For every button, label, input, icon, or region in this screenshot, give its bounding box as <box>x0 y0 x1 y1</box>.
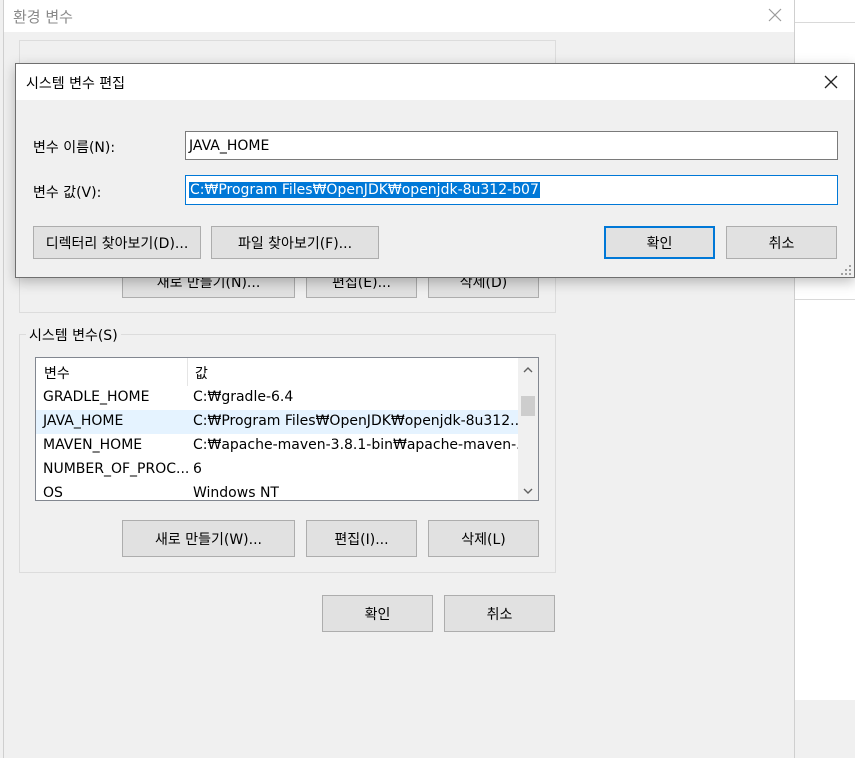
scrollbar-thumb[interactable] <box>521 396 535 416</box>
row-value: C:₩Program Files₩OpenJDK₩openjdk-8u312..… <box>193 413 524 429</box>
scroll-up-icon[interactable] <box>522 363 534 373</box>
edit-system-var-button[interactable]: 편집(I)... <box>306 520 417 557</box>
dialog-titlebar: 시스템 변수 편집 <box>16 64 854 100</box>
edit-variable-dialog: 시스템 변수 편집 변수 이름(N): JAVA_HOME 변수 값(V): C… <box>15 63 855 278</box>
row-variable: JAVA_HOME <box>43 413 124 429</box>
table-row[interactable]: MAVEN_HOME C:₩apache-maven-3.8.1-bin₩apa… <box>36 434 530 458</box>
env-ok-button[interactable]: 확인 <box>322 595 433 632</box>
dialog-ok-button[interactable]: 확인 <box>604 226 715 259</box>
table-header: 변수 값 <box>36 358 518 386</box>
table-row[interactable]: OS Windows NT <box>36 482 518 501</box>
scroll-down-icon[interactable] <box>522 484 534 494</box>
row-variable: OS <box>43 485 63 501</box>
table-row-highlighted[interactable]: JAVA_HOME C:₩Program Files₩OpenJDK₩openj… <box>36 410 523 434</box>
table-body: GRADLE_HOME C:₩gradle-6.4 JAVA_HOME C:₩P… <box>36 386 530 501</box>
system-vars-table[interactable]: 변수 값 GRADLE_HOME C:₩gradle-6.4 JAVA_HOME… <box>35 357 539 501</box>
close-icon[interactable] <box>820 71 842 93</box>
dialog-cancel-button[interactable]: 취소 <box>726 226 837 259</box>
row-variable: GRADLE_HOME <box>43 389 150 405</box>
column-divider <box>187 358 188 386</box>
row-value: C:₩gradle-6.4 <box>193 389 294 405</box>
variable-value-label: 변수 값(V): <box>33 185 102 201</box>
row-value: 6 <box>193 461 202 477</box>
resize-grip-icon[interactable] <box>840 264 852 276</box>
env-cancel-button[interactable]: 취소 <box>444 595 555 632</box>
table-row[interactable]: GRADLE_HOME C:₩gradle-6.4 <box>36 386 518 410</box>
variable-value-input[interactable]: C:₩Program Files₩OpenJDK₩openjdk-8u312-b… <box>185 175 838 205</box>
row-value: C:₩apache-maven-3.8.1-bin₩apache-maven-.… <box>193 437 530 453</box>
selected-text: C:₩Program Files₩OpenJDK₩openjdk-8u312-b… <box>189 182 540 198</box>
env-window-title: 환경 변수 <box>13 8 73 26</box>
delete-system-var-button[interactable]: 삭제(L) <box>428 520 539 557</box>
browse-file-button[interactable]: 파일 찾아보기(F)... <box>211 226 379 259</box>
table-row[interactable]: NUMBER_OF_PROC... 6 <box>36 458 518 482</box>
browse-directory-button[interactable]: 디렉터리 찾아보기(D)... <box>33 226 201 259</box>
row-variable: NUMBER_OF_PROC... <box>43 461 190 477</box>
row-variable: MAVEN_HOME <box>43 437 143 453</box>
system-vars-group-label: 시스템 변수(S) <box>26 325 121 345</box>
row-value: Windows NT <box>193 485 279 501</box>
close-icon[interactable] <box>764 4 786 26</box>
variable-name-label: 변수 이름(N): <box>33 140 116 156</box>
column-header-value[interactable]: 값 <box>195 363 208 383</box>
column-header-variable[interactable]: 변수 <box>44 363 70 383</box>
env-window-titlebar: 환경 변수 <box>4 0 794 32</box>
dialog-title: 시스템 변수 편집 <box>26 76 126 92</box>
table-scrollbar[interactable] <box>518 358 538 500</box>
variable-name-input[interactable]: JAVA_HOME <box>185 131 838 160</box>
background-panel-bottom <box>795 700 855 758</box>
new-system-var-button[interactable]: 새로 만들기(W)... <box>122 520 295 557</box>
